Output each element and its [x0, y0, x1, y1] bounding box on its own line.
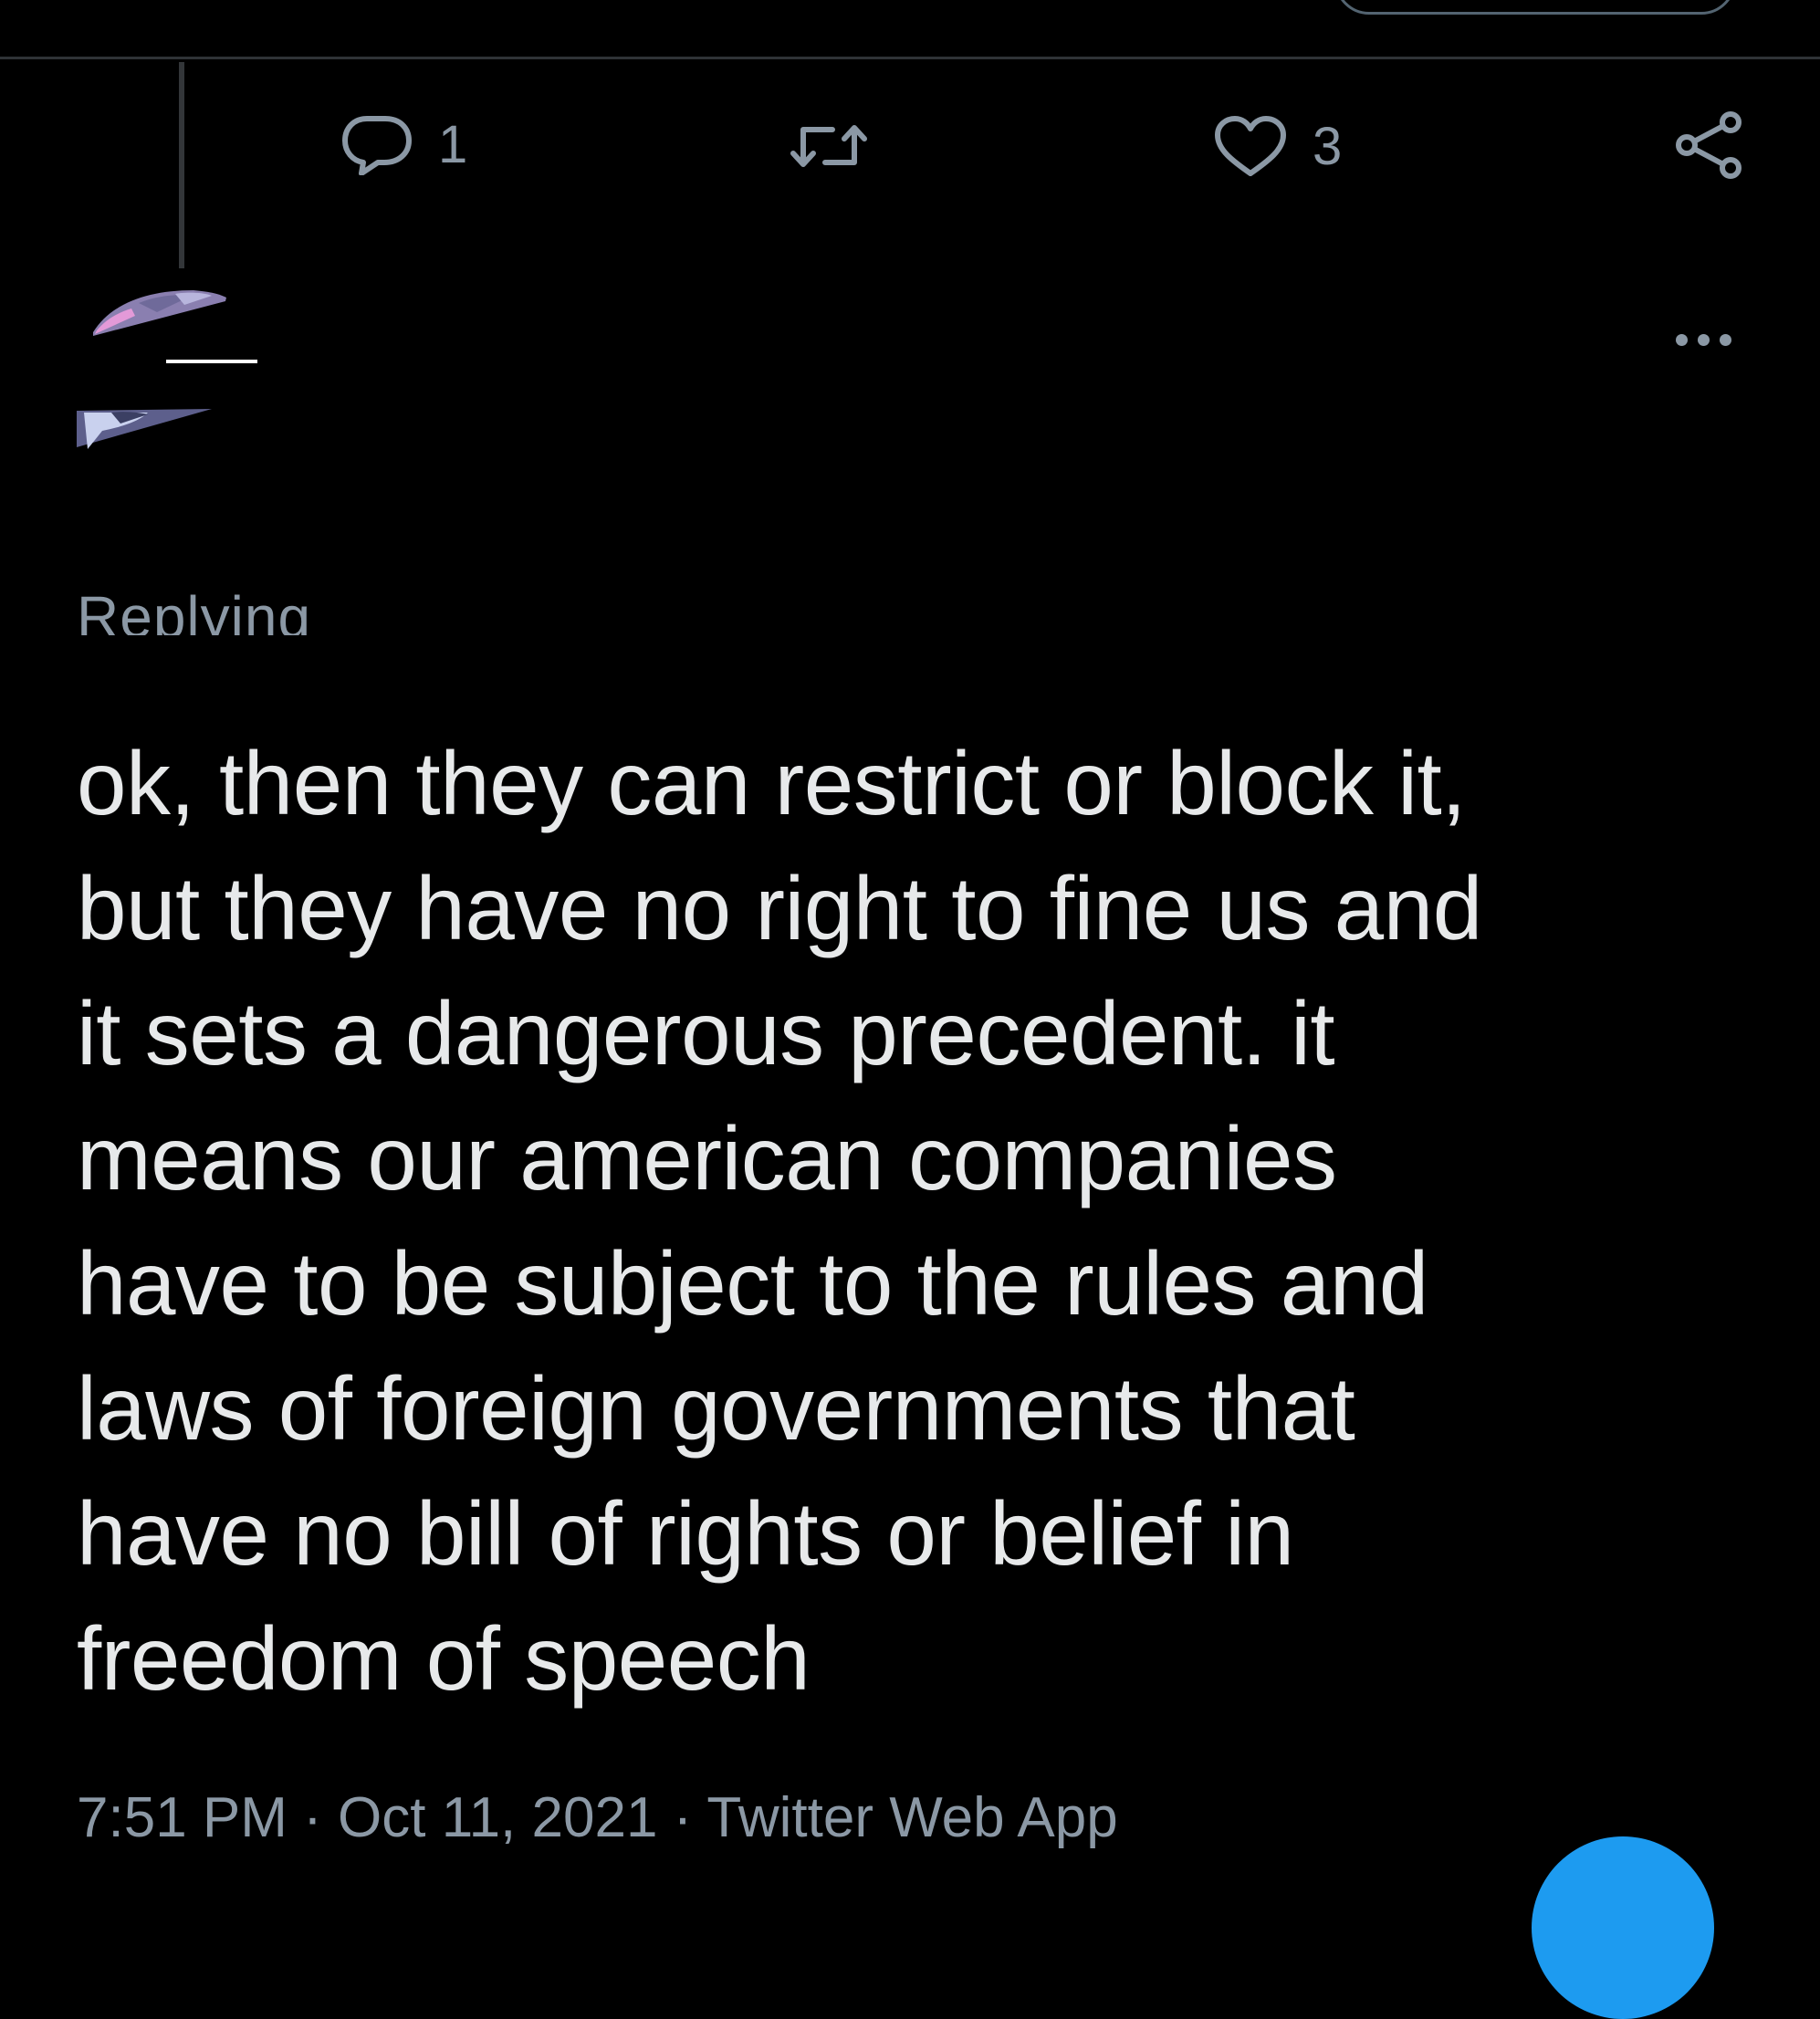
- meta-separator: ·: [657, 1786, 707, 1849]
- more-dot: [1720, 334, 1731, 346]
- avatar[interactable]: [75, 285, 267, 458]
- like-button[interactable]: 3: [1214, 115, 1342, 179]
- replying-label: Replying: [77, 584, 312, 635]
- avatar-image: [77, 290, 257, 449]
- tweet-source: Twitter Web App: [706, 1786, 1118, 1849]
- compose-fab-button[interactable]: [1532, 1836, 1714, 2019]
- heart-icon: [1215, 116, 1286, 176]
- retweet-button[interactable]: [790, 120, 867, 172]
- follow-button-outline[interactable]: [1334, 0, 1736, 15]
- divider: [0, 57, 1820, 59]
- more-icon[interactable]: [1676, 334, 1731, 346]
- share-icon: [1676, 111, 1742, 179]
- like-count: 3: [1313, 117, 1343, 176]
- share-button[interactable]: [1674, 111, 1743, 179]
- reply-count: 1: [438, 115, 468, 174]
- more-dot: [1676, 334, 1688, 346]
- tweet-date[interactable]: Oct 11, 2021: [338, 1786, 657, 1849]
- reply-button[interactable]: 1: [341, 115, 467, 175]
- more-dot: [1698, 334, 1710, 346]
- tweet-time[interactable]: 7:51 PM: [77, 1786, 288, 1849]
- reply-icon: [342, 116, 412, 175]
- meta-separator: ·: [287, 1786, 339, 1849]
- retweet-icon: [790, 125, 867, 167]
- tweet-meta: 7:51 PM · Oct 11, 2021 · Twitter Web App: [77, 1785, 1118, 1850]
- tweet-text: ok, then they can restrict or block it, …: [77, 733, 1482, 1709]
- thread-connector-line: [179, 62, 184, 268]
